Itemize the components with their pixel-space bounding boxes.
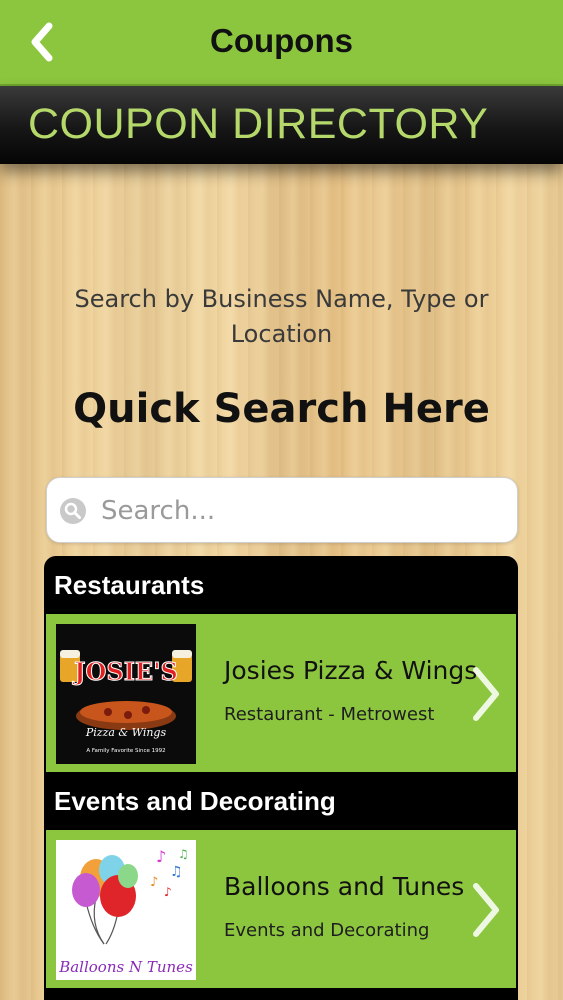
search-bar[interactable]: [46, 477, 518, 543]
directory-banner: COUPON DIRECTORY: [0, 86, 563, 164]
svg-text:♪: ♪: [164, 885, 172, 899]
chevron-right-icon: [473, 883, 499, 937]
banner-title: COUPON DIRECTORY: [28, 100, 489, 148]
chevron-right-icon: [473, 667, 499, 721]
svg-text:♫: ♫: [170, 864, 183, 880]
josies-logo: JOSIE'S Pizza & Wings A Family Favorite …: [56, 624, 196, 764]
item-title: Josies Pizza & Wings: [224, 656, 478, 685]
item-subtitle: Restaurant - Metrowest: [224, 704, 435, 725]
svg-text:♪: ♪: [150, 875, 158, 890]
josies-logo-text: JOSIE'S: [72, 657, 178, 686]
section-header-events: Events and Decorating: [54, 786, 336, 816]
intro-text: Search by Business Name, Type or Locatio…: [74, 285, 489, 348]
top-nav-bar: Coupons: [0, 0, 563, 86]
list-item-josies-pizza[interactable]: JOSIE'S Pizza & Wings A Family Favorite …: [46, 614, 516, 772]
josies-logo-tagline: Pizza & Wings: [85, 726, 167, 739]
coupon-list: Restaurants JOSIE'S Pizza & Wings A Fami…: [44, 556, 518, 1000]
balloons-logo-text: Balloons N Tunes: [58, 958, 193, 976]
search-input[interactable]: [99, 486, 503, 536]
quick-search-heading: Quick Search Here: [73, 386, 490, 432]
josies-logo-footer: A Family Favorite Since 1992: [86, 748, 165, 754]
item-title: Balloons and Tunes: [224, 872, 465, 901]
item-subtitle: Events and Decorating: [224, 920, 430, 941]
svg-text:♪: ♪: [156, 847, 166, 866]
search-icon: [60, 498, 86, 524]
list-item-balloons-and-tunes[interactable]: ♪ ♫ ♪ ♫ ♪ Balloons N Tunes Balloons and …: [46, 830, 516, 988]
section-header-restaurants: Restaurants: [54, 570, 205, 600]
balloons-logo: ♪ ♫ ♪ ♫ ♪ Balloons N Tunes: [56, 840, 196, 980]
svg-text:♫: ♫: [178, 847, 189, 861]
page-title: Coupons: [210, 22, 353, 59]
